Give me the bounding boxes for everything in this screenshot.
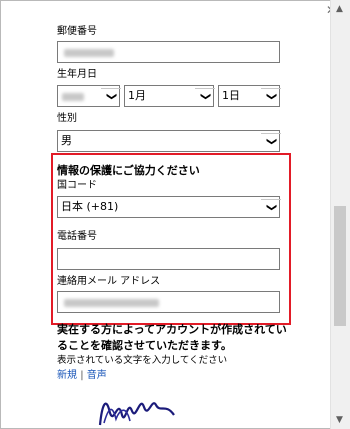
chevron-down-icon: ❯ (101, 88, 121, 104)
vertical-scrollbar[interactable]: ▲ ▼ (330, 0, 350, 429)
postal-code-label: 郵便番号 (57, 26, 97, 37)
email-value-blurred (64, 299, 159, 307)
postal-code-input[interactable] (57, 41, 280, 63)
birth-year-select[interactable]: ❯ (57, 85, 121, 107)
country-code-select[interactable]: 日本 (+81) ❯ (57, 196, 281, 218)
captcha-image (98, 402, 175, 426)
email-input[interactable] (57, 291, 280, 313)
phone-label: 電話番号 (57, 231, 97, 242)
chevron-down-icon: ❯ (261, 133, 281, 149)
birth-year-value-blurred (62, 93, 84, 101)
birth-month-value: 1月 (128, 89, 146, 102)
captcha-notice: 実在する方によってアカウントが作成されていることを確認させていただきます。 (57, 323, 287, 352)
audio-captcha-link[interactable]: 音声 (87, 370, 107, 381)
new-captcha-link[interactable]: 新規 (57, 370, 77, 381)
chevron-down-icon: ❯ (261, 88, 281, 104)
email-label: 連絡用メール アドレス (57, 276, 161, 287)
chevron-down-icon: ❯ (195, 88, 215, 104)
gender-value: 男 (61, 134, 72, 147)
link-separator: | (80, 370, 84, 381)
birth-day-select[interactable]: 1日 ❯ (218, 85, 281, 107)
postal-code-value-blurred (64, 49, 114, 57)
captcha-links: 新規 | 音声 (57, 366, 107, 381)
country-code-value: 日本 (+81) (61, 200, 119, 213)
chevron-down-icon: ❯ (261, 199, 281, 215)
scroll-up-icon[interactable]: ▲ (336, 4, 343, 14)
birth-day-value: 1日 (222, 89, 240, 102)
gender-label: 性別 (57, 113, 77, 124)
scrollbar-thumb[interactable] (334, 206, 346, 326)
phone-input[interactable] (57, 248, 280, 270)
privacy-section-title: 情報の保護にご協力ください (57, 164, 200, 177)
captcha-instruction: 表示されている文字を入力してください (57, 355, 228, 366)
country-code-label: 国コード (57, 180, 97, 191)
gender-select[interactable]: 男 ❯ (57, 130, 281, 152)
scroll-down-icon[interactable]: ▼ (336, 415, 343, 425)
birth-month-select[interactable]: 1月 ❯ (124, 85, 215, 107)
birthdate-label: 生年月日 (57, 69, 97, 80)
